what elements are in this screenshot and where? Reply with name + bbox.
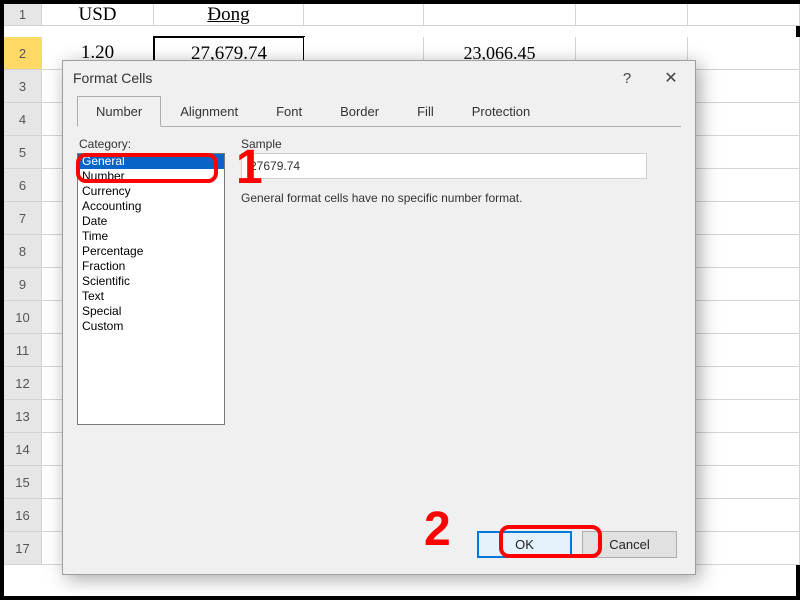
category-item-general[interactable]: General [78,154,224,169]
cell[interactable] [688,301,800,334]
row-header-1[interactable]: 1 [4,4,42,26]
cancel-button[interactable]: Cancel [582,531,677,558]
format-description: General format cells have no specific nu… [241,191,677,205]
close-button[interactable]: ✕ [649,63,693,93]
category-item-fraction[interactable]: Fraction [78,259,224,274]
row-header-7[interactable]: 7 [4,202,42,235]
tab-protection[interactable]: Protection [453,96,550,127]
dialog-tabs: Number Alignment Font Border Fill Protec… [63,96,695,127]
cell[interactable] [688,499,800,532]
cell[interactable] [424,4,576,26]
cell[interactable] [576,4,688,26]
row-header-4[interactable]: 4 [4,103,42,136]
row-header-8[interactable]: 8 [4,235,42,268]
sample-group: Sample 27679.74 General format cells hav… [241,137,677,205]
row-header-12[interactable]: 12 [4,367,42,400]
category-item-number[interactable]: Number [78,169,224,184]
category-item-custom[interactable]: Custom [78,319,224,334]
cell[interactable] [688,433,800,466]
row-header-3[interactable]: 3 [4,70,42,103]
cell[interactable] [688,268,800,301]
category-item-accounting[interactable]: Accounting [78,199,224,214]
cell[interactable] [304,4,424,26]
sample-value: 27679.74 [241,153,647,179]
format-cells-dialog: Format Cells ? ✕ Number Alignment Font B… [62,60,696,575]
tab-border[interactable]: Border [321,96,398,127]
cell[interactable] [688,367,800,400]
cell[interactable] [688,70,800,103]
cell[interactable] [688,532,800,565]
row-header-10[interactable]: 10 [4,301,42,334]
row-header-14[interactable]: 14 [4,433,42,466]
tab-alignment[interactable]: Alignment [161,96,257,127]
tab-number[interactable]: Number [77,96,161,127]
cell[interactable] [688,169,800,202]
category-item-special[interactable]: Special [78,304,224,319]
category-item-text[interactable]: Text [78,289,224,304]
cell[interactable] [688,334,800,367]
dialog-title: Format Cells [73,70,152,86]
row-header-6[interactable]: 6 [4,169,42,202]
dialog-titlebar[interactable]: Format Cells ? ✕ [63,61,695,95]
cell-b1[interactable]: USD [42,4,154,26]
tabpanel-number: Category: General Number Currency Accoun… [77,126,681,531]
row-header-2[interactable]: 2 [4,37,42,70]
cell[interactable] [688,400,800,433]
row-header-9[interactable]: 9 [4,268,42,301]
ok-button[interactable]: OK [477,531,572,558]
row-header-15[interactable]: 15 [4,466,42,499]
cell[interactable] [688,37,800,70]
cell-c1[interactable]: Đong [154,4,304,26]
cell[interactable] [688,136,800,169]
category-item-currency[interactable]: Currency [78,184,224,199]
category-item-percentage[interactable]: Percentage [78,244,224,259]
cell[interactable] [688,202,800,235]
category-listbox[interactable]: General Number Currency Accounting Date … [77,153,225,425]
category-item-scientific[interactable]: Scientific [78,274,224,289]
row-header-17[interactable]: 17 [4,532,42,565]
row-header-5[interactable]: 5 [4,136,42,169]
cell[interactable] [688,235,800,268]
category-item-time[interactable]: Time [78,229,224,244]
dialog-button-row: OK Cancel [63,531,695,574]
sample-label: Sample [241,137,677,151]
row-header-13[interactable]: 13 [4,400,42,433]
cell[interactable] [688,466,800,499]
help-button[interactable]: ? [605,63,649,93]
cell[interactable] [688,103,800,136]
tab-font[interactable]: Font [257,96,321,127]
tab-fill[interactable]: Fill [398,96,453,127]
category-item-date[interactable]: Date [78,214,224,229]
row-header-16[interactable]: 16 [4,499,42,532]
cell[interactable] [688,4,800,26]
row-header-11[interactable]: 11 [4,334,42,367]
